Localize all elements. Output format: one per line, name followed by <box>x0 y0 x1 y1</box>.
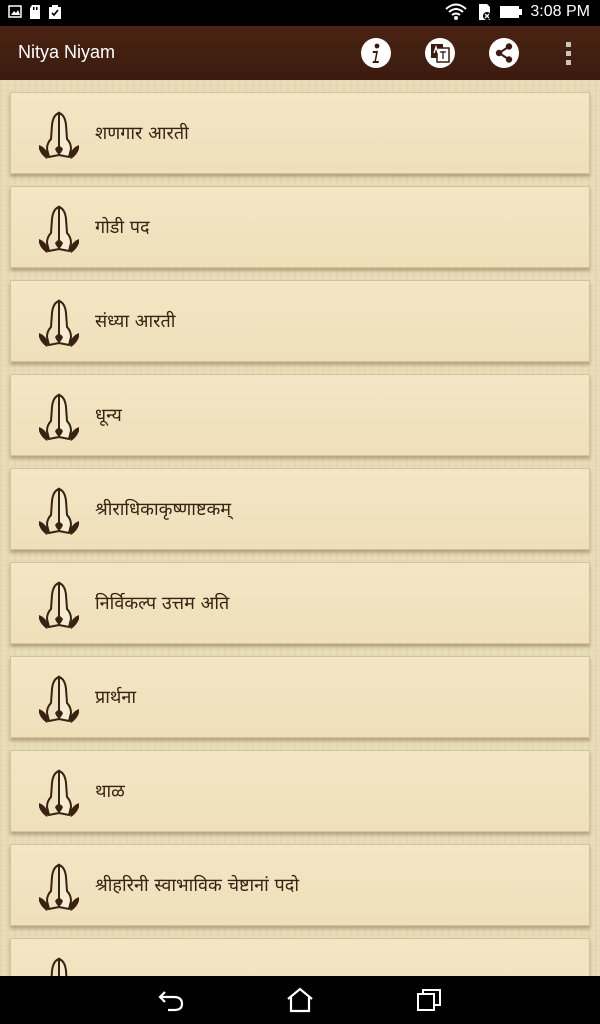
praying-hands-icon <box>39 205 79 253</box>
clipboard-check-icon <box>49 5 61 19</box>
sim-off-icon <box>479 4 492 20</box>
praying-hands-icon <box>50 957 68 976</box>
app-bar: Nitya Niyam <box>0 26 600 80</box>
praying-hands-icon <box>39 299 79 347</box>
list-item-label: प्रार्थना <box>95 687 137 708</box>
overflow-menu-icon[interactable] <box>552 37 584 69</box>
list-item[interactable]: संध्या आरती <box>10 280 590 362</box>
clock: 3:08 PM <box>530 3 590 20</box>
list-item[interactable]: गोडी पद <box>10 186 590 268</box>
info-icon[interactable] <box>360 37 392 69</box>
prayer-list[interactable]: शणगार आरती गोडी पद संध्या आरती धून्य श्र… <box>0 80 600 976</box>
list-item-label: श्रीहरिनी स्वाभाविक चेष्टानां पदो <box>95 875 299 896</box>
list-item-label: शणगार आरती <box>95 123 189 144</box>
gallery-icon <box>8 5 22 18</box>
list-item-label: निर्विकल्प उत्तम अति <box>95 593 230 614</box>
wifi-icon <box>445 3 468 20</box>
recents-icon[interactable] <box>414 986 444 1014</box>
list-item[interactable]: श्रीहरिनी स्वाभाविक चेष्टानां पदो <box>10 844 590 926</box>
list-item-label: धून्य <box>95 405 122 426</box>
list-item[interactable]: शणगार आरती <box>10 92 590 174</box>
praying-hands-icon <box>39 487 79 535</box>
home-icon[interactable] <box>285 986 315 1014</box>
list-item-label: थाळ <box>95 781 125 802</box>
share-icon[interactable] <box>488 37 520 69</box>
list-item-label: श्रीराधिकाकृष्णाष्टकम् <box>95 499 232 520</box>
list-item[interactable]: निर्विकल्प उत्तम अति <box>10 562 590 644</box>
navigation-bar <box>0 976 600 1024</box>
list-item[interactable]: थाळ <box>10 750 590 832</box>
list-item[interactable]: श्रीराधिकाकृष्णाष्टकम् <box>10 468 590 550</box>
list-item[interactable]: धून्य <box>10 374 590 456</box>
list-item-label: गोडी पद <box>95 217 150 238</box>
list-item-label: संध्या आरती <box>95 311 176 332</box>
status-bar: 3:08 PM <box>0 0 600 26</box>
sd-card-icon <box>30 5 40 19</box>
app-title: Nitya Niyam <box>18 42 116 62</box>
praying-hands-icon <box>39 769 79 817</box>
list-item-partial[interactable] <box>10 938 590 976</box>
praying-hands-icon <box>39 863 79 911</box>
praying-hands-icon <box>39 675 79 723</box>
praying-hands-icon <box>39 393 79 441</box>
battery-icon <box>500 6 523 18</box>
back-icon[interactable] <box>156 986 186 1014</box>
praying-hands-icon <box>39 581 79 629</box>
praying-hands-icon <box>39 111 79 159</box>
language-translate-icon[interactable] <box>424 37 456 69</box>
list-item[interactable]: प्रार्थना <box>10 656 590 738</box>
